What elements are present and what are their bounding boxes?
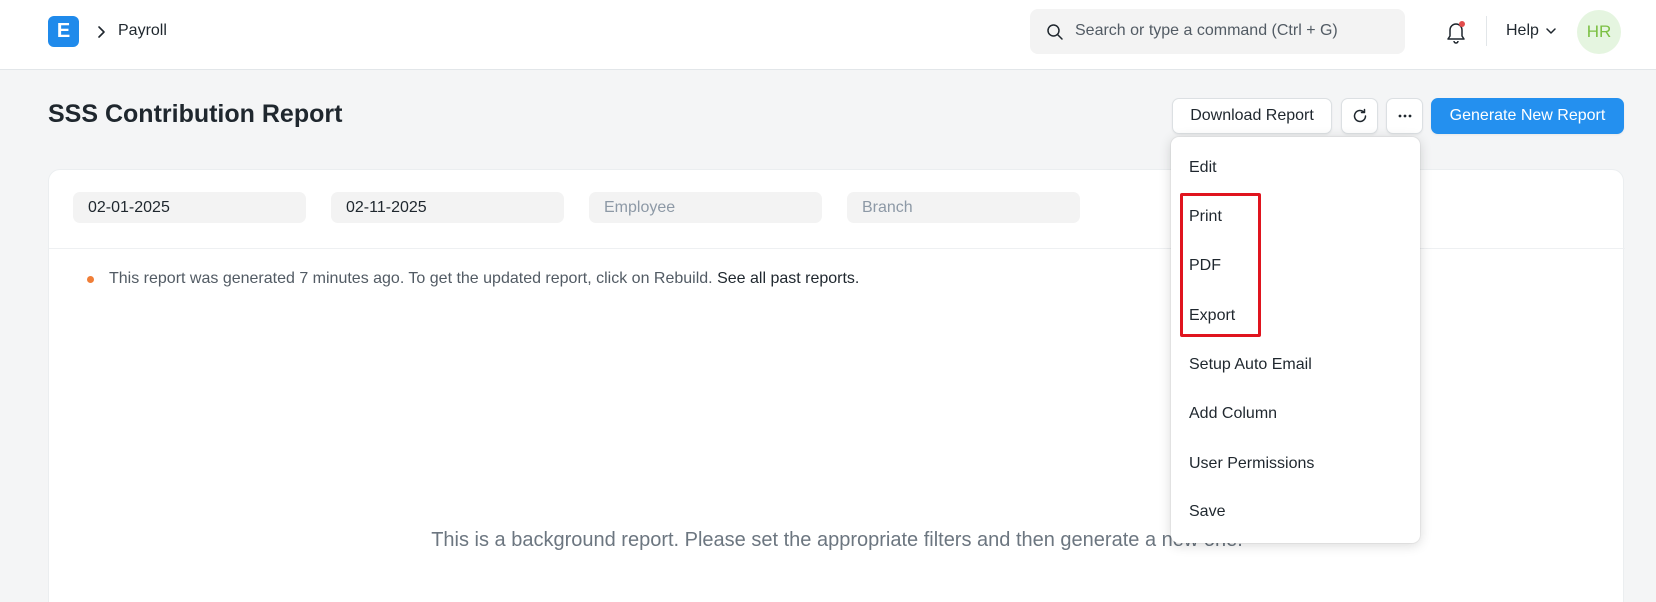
more-actions-button[interactable] [1386, 98, 1423, 134]
status-indicator [87, 276, 94, 283]
menu-item-setup-auto-email[interactable]: Setup Auto Email [1189, 356, 1312, 374]
from-date-field[interactable]: 02-01-2025 [73, 192, 306, 223]
refresh-button[interactable] [1341, 98, 1378, 134]
menu-item-print[interactable]: Print [1189, 208, 1222, 226]
help-label: Help [1506, 22, 1539, 39]
generate-new-report-button[interactable]: Generate New Report [1431, 98, 1624, 134]
breadcrumb-payroll[interactable]: Payroll [118, 22, 167, 40]
menu-item-save[interactable]: Save [1189, 503, 1225, 521]
status-message: This report was generated 7 minutes ago.… [109, 270, 859, 288]
chevron-right-icon [98, 26, 105, 38]
bell-icon[interactable] [1444, 19, 1468, 45]
past-reports-link[interactable]: See all past reports. [717, 270, 859, 287]
menu-item-add-column[interactable]: Add Column [1189, 405, 1277, 423]
avatar[interactable]: HR [1577, 10, 1621, 54]
menu-item-pdf[interactable]: PDF [1189, 257, 1221, 275]
branch-field[interactable]: Branch [847, 192, 1080, 223]
menu-item-user-permissions[interactable]: User Permissions [1189, 455, 1314, 473]
help-menu[interactable]: Help [1506, 22, 1557, 40]
menu-item-export[interactable]: Export [1189, 307, 1235, 325]
app-logo[interactable]: E [48, 16, 79, 47]
more-icon [1398, 114, 1411, 118]
search-placeholder: Search or type a command (Ctrl + G) [1075, 22, 1338, 39]
refresh-icon [1353, 108, 1366, 123]
to-date-field[interactable]: 02-11-2025 [331, 192, 564, 223]
download-report-button[interactable]: Download Report [1172, 98, 1332, 134]
navbar-divider [1486, 16, 1487, 46]
page-title: SSS Contribution Report [48, 100, 343, 128]
search-input[interactable]: Search or type a command (Ctrl + G) [1030, 9, 1405, 54]
employee-field[interactable]: Employee [589, 192, 822, 223]
actions-dropdown-menu: Edit Print PDF Export Setup Auto Email A… [1171, 137, 1420, 543]
chevron-down-icon [1546, 28, 1556, 34]
status-text: This report was generated 7 minutes ago.… [109, 270, 713, 287]
search-icon [1047, 24, 1063, 40]
menu-item-edit[interactable]: Edit [1189, 159, 1217, 177]
navbar: E Payroll Search or type a command (Ctrl… [0, 0, 1656, 70]
